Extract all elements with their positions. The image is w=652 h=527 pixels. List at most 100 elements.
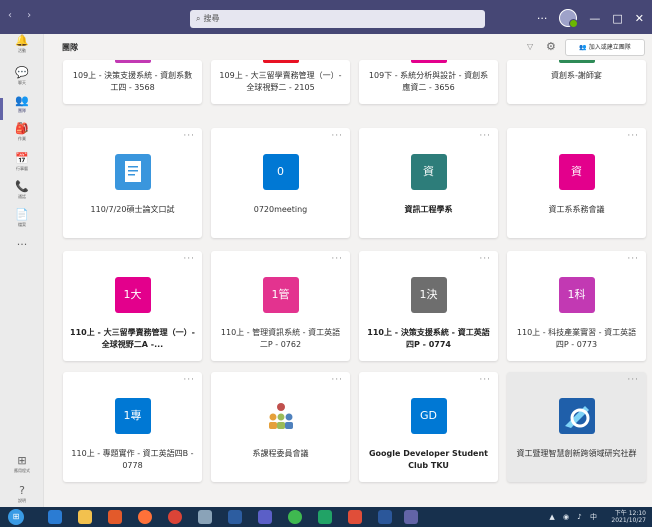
rail-item-apps[interactable]: ⊞ 應用程式 xyxy=(0,454,44,484)
team-color-bar xyxy=(410,60,447,63)
word-icon[interactable] xyxy=(378,510,392,524)
rail-item-calendar[interactable]: 📅 行事曆 xyxy=(0,152,44,182)
team-name: 資創系-謝師宴 xyxy=(551,71,602,80)
search-icon: ⌕ xyxy=(196,14,201,23)
gear-icon[interactable]: ⚙ xyxy=(546,40,556,53)
file-explorer-icon[interactable] xyxy=(78,510,92,524)
more-apps-icon: ··· xyxy=(16,238,28,251)
team-color-bar xyxy=(114,60,151,63)
filter-icon[interactable]: ▽ xyxy=(527,42,533,51)
rail-item-label: 檔案 xyxy=(18,222,26,227)
team-name: 110上 - 管理資訊系統 - 資工英語二P - 0762 xyxy=(220,328,341,349)
more-options-icon[interactable]: ··· xyxy=(479,254,491,264)
tool-icon[interactable] xyxy=(198,510,212,524)
team-name: 110上 - 大三留學賣務管理（一）- 全球視野二A -... xyxy=(70,328,195,349)
team-card[interactable]: ··· 資工暨理智慧創新跨領域研究社群 xyxy=(507,372,646,482)
edge-icon[interactable] xyxy=(48,510,62,524)
team-card[interactable]: ··· 110/7/20碩士論文口試 xyxy=(63,128,202,238)
line-icon[interactable] xyxy=(288,510,302,524)
team-avatar-tile: 1管 xyxy=(262,277,299,313)
excel-icon[interactable] xyxy=(318,510,332,524)
maximize-button[interactable]: □ xyxy=(612,12,622,25)
team-card[interactable]: ··· 系課程委員會議 xyxy=(211,372,350,482)
more-options-icon[interactable]: ··· xyxy=(479,131,491,141)
more-options-icon[interactable]: ··· xyxy=(183,375,195,385)
teams-taskbar-icon[interactable] xyxy=(258,510,272,524)
team-card[interactable]: ··· 1決 110上 - 決策支援系統 - 資工英語四P - 0774 xyxy=(359,251,498,361)
team-name: 資訊工程學系 xyxy=(404,205,453,214)
calls-icon: 📞 xyxy=(15,180,29,193)
system-tray-icons[interactable]: ▲ ◉ ♪ 中 xyxy=(549,512,600,522)
team-card[interactable]: 資創系-謝師宴 xyxy=(507,60,646,104)
team-card[interactable]: ··· 資資工系系務會議 xyxy=(507,128,646,238)
team-name: 系課程委員會議 xyxy=(252,449,309,458)
team-card[interactable]: ··· 1專 110上 - 專題實作 - 資工英語四B - 0778 xyxy=(63,372,202,482)
rail-item-chat[interactable]: 💬 聊天 xyxy=(0,66,44,96)
logo-icon xyxy=(558,398,595,434)
rail-item-label: 聊天 xyxy=(18,80,26,85)
team-card[interactable]: ··· 0 0720meeting xyxy=(211,128,350,238)
rail-item-bell[interactable]: 🔔 活動 xyxy=(0,34,44,64)
chrome-icon[interactable] xyxy=(168,510,182,524)
team-card[interactable]: ··· 1大 110上 - 大三留學賣務管理（一）- 全球視野二A -... xyxy=(63,251,202,361)
rail-item-label: 說明 xyxy=(18,498,26,503)
rail-item-files[interactable]: 📄 檔案 xyxy=(0,208,44,238)
more-options-icon[interactable]: ··· xyxy=(627,254,639,264)
team-avatar-tile: GD xyxy=(410,398,447,434)
team-avatar-tile: 資 xyxy=(410,154,447,190)
close-button[interactable]: ✕ xyxy=(635,12,644,25)
help-icon: ? xyxy=(19,484,25,497)
join-or-create-team-button[interactable]: 👥 加入或建立團隊 xyxy=(565,39,645,56)
team-card[interactable]: 109下 - 系統分析與設計 - 資創系應資二 - 3656 xyxy=(359,60,498,104)
rail-item-label: 行事曆 xyxy=(16,166,28,171)
rail-item-assignments[interactable]: 🎒 作業 xyxy=(0,122,44,152)
avatar[interactable] xyxy=(559,9,579,28)
minimize-button[interactable]: — xyxy=(589,12,600,25)
team-card[interactable]: ··· 1科 110上 - 科技產業實習 - 資工英語四P - 0773 xyxy=(507,251,646,361)
team-card[interactable]: ··· 資資訊工程學系 xyxy=(359,128,498,238)
clock-date: 2021/10/27 xyxy=(611,517,646,524)
nav-arrows[interactable]: ‹ › xyxy=(8,10,37,21)
team-card[interactable]: 109上 - 大三留學賣務管理（一）- 全球視野二 - 2105 xyxy=(211,60,350,104)
team-card[interactable]: ··· GD Google Developer Student Club TKU xyxy=(359,372,498,482)
more-options-icon[interactable]: ··· xyxy=(183,254,195,264)
windows-start-icon[interactable]: ⊞ xyxy=(8,509,24,525)
chat-icon: 💬 xyxy=(15,66,29,79)
search-input[interactable]: ⌕ 搜尋 xyxy=(190,10,485,28)
photos-icon[interactable] xyxy=(228,510,242,524)
assignments-icon: 🎒 xyxy=(15,122,29,135)
team-color-bar xyxy=(262,60,299,63)
pdf-icon[interactable] xyxy=(348,510,362,524)
more-options-button[interactable]: ··· xyxy=(537,12,548,25)
team-avatar-tile: 資 xyxy=(558,154,595,190)
firefox-icon[interactable] xyxy=(138,510,152,524)
more-options-icon[interactable]: ··· xyxy=(627,375,639,385)
window-controls: ··· — □ ✕ xyxy=(537,9,644,28)
team-avatar-tile: 0 xyxy=(262,154,299,190)
join-button-label: 加入或建立團隊 xyxy=(588,44,631,51)
clock[interactable]: 下午 12:10 2021/10/27 xyxy=(611,510,646,524)
team-name: 資工暨理智慧創新跨領域研究社群 xyxy=(516,449,637,458)
team-avatar-tile: 1科 xyxy=(558,277,595,313)
more-options-icon[interactable]: ··· xyxy=(479,375,491,385)
more-options-icon[interactable]: ··· xyxy=(331,254,343,264)
bell-icon: 🔔 xyxy=(15,34,29,47)
rail-item-teams[interactable]: 👥 團隊 xyxy=(0,94,44,124)
teams-window-icon[interactable] xyxy=(404,510,418,524)
rail-item-label: 活動 xyxy=(18,48,26,53)
rail-item-calls[interactable]: 📞 通話 xyxy=(0,180,44,210)
team-name: 109上 - 決策支援系統 - 資創系數工四 - 3568 xyxy=(72,71,193,92)
team-avatar-tile: 1決 xyxy=(410,277,447,313)
media-player-icon[interactable] xyxy=(108,510,122,524)
more-options-icon[interactable]: ··· xyxy=(183,131,195,141)
more-options-icon[interactable]: ··· xyxy=(331,131,343,141)
more-options-icon[interactable]: ··· xyxy=(331,375,343,385)
rail-item-more-apps[interactable]: ··· xyxy=(0,238,44,268)
team-card[interactable]: 109上 - 決策支援系統 - 資創系數工四 - 3568 xyxy=(63,60,202,104)
more-options-icon[interactable]: ··· xyxy=(627,131,639,141)
people-group-icon xyxy=(262,398,299,434)
team-avatar-tile: 1大 xyxy=(114,277,151,313)
team-card[interactable]: ··· 1管 110上 - 管理資訊系統 - 資工英語二P - 0762 xyxy=(211,251,350,361)
add-people-icon: 👥 xyxy=(579,44,587,51)
rail-item-label: 應用程式 xyxy=(14,468,30,473)
